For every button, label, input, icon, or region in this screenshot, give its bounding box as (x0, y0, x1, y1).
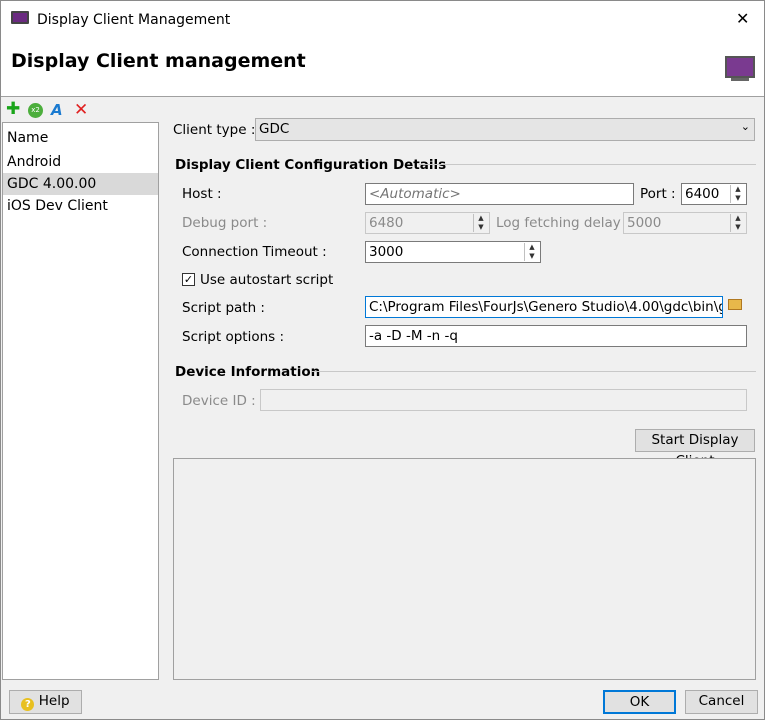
monitor-large-icon (725, 56, 755, 78)
client-list[interactable]: Name Android GDC 4.00.00 iOS Dev Client (2, 122, 159, 680)
window-title: Display Client Management (37, 12, 231, 28)
help-label: Help (38, 693, 70, 709)
script-path-value: C:\Program Files\FourJs\Genero Studio\4.… (369, 299, 722, 315)
help-icon: ? (21, 698, 35, 711)
script-path-input[interactable]: C:\Program Files\FourJs\Genero Studio\4.… (365, 296, 723, 318)
list-item[interactable]: GDC 4.00.00 (3, 173, 158, 195)
script-path-label: Script path : (182, 300, 265, 316)
title-bar: Display Client Management ✕ (1, 1, 764, 39)
rename-icon[interactable]: A (51, 101, 63, 119)
list-header: Name (7, 130, 49, 146)
device-id-label: Device ID : (182, 393, 256, 409)
script-options-label: Script options : (182, 329, 285, 345)
script-options-input[interactable]: -a -D -M -n -q (365, 325, 747, 347)
client-type-label: Client type : (173, 122, 256, 138)
start-display-client-button[interactable]: Start Display Client (635, 429, 755, 469)
log-delay-value: 5000 (627, 215, 662, 231)
spinner-arrows-icon[interactable]: ▲ ▼ (524, 243, 539, 261)
delete-icon[interactable]: ✕ (74, 100, 88, 120)
host-input[interactable] (365, 183, 634, 205)
script-options-value: -a -D -M -n -q (369, 328, 458, 344)
debug-port-label: Debug port : (182, 215, 268, 231)
browse-folder-icon[interactable] (728, 299, 742, 310)
divider (311, 371, 756, 372)
log-output-area[interactable] (173, 458, 756, 680)
timeout-spinner[interactable]: 3000 ▲ ▼ (365, 241, 541, 263)
port-spinner[interactable]: 6400 ▲ ▼ (681, 183, 747, 205)
log-delay-label: Log fetching delay : (496, 215, 630, 231)
chevron-down-icon: ⌄ (740, 120, 750, 133)
close-button[interactable]: ✕ (736, 9, 749, 28)
client-type-value: GDC (259, 121, 290, 137)
header-banner: Display Client management (1, 39, 764, 97)
port-label: Port : (640, 186, 676, 202)
config-section-title: Display Client Configuration Details (175, 157, 447, 173)
autostart-checkbox[interactable]: ✓ (182, 273, 195, 286)
spinner-arrows-icon[interactable]: ▲ ▼ (730, 185, 745, 203)
debug-port-value: 6480 (369, 215, 404, 231)
debug-port-spinner: 6480 ▲ ▼ (365, 212, 490, 234)
timeout-value: 3000 (369, 244, 404, 260)
device-section-title: Device Information (175, 364, 321, 380)
divider (419, 164, 756, 165)
spinner-arrows-icon: ▲ ▼ (730, 214, 745, 232)
autostart-label[interactable]: Use autostart script (200, 272, 333, 288)
dialog-window: Display Client Management ✕ Display Clie… (0, 0, 765, 720)
port-value: 6400 (685, 186, 720, 202)
add-icon[interactable]: ✚ (6, 101, 20, 118)
page-title: Display Client management (11, 50, 306, 72)
list-item[interactable]: iOS Dev Client (3, 195, 158, 217)
help-button[interactable]: ? Help (9, 690, 82, 714)
cancel-button[interactable]: Cancel (685, 690, 758, 714)
spinner-arrows-icon: ▲ ▼ (473, 214, 488, 232)
log-delay-spinner: 5000 ▲ ▼ (623, 212, 747, 234)
timeout-label: Connection Timeout : (182, 244, 327, 260)
duplicate-icon[interactable]: x2 (28, 103, 43, 118)
client-type-select[interactable]: GDC ⌄ (255, 118, 755, 141)
ok-button[interactable]: OK (603, 690, 676, 714)
monitor-stand-icon (731, 78, 749, 81)
list-item[interactable]: Android (3, 151, 158, 173)
monitor-icon (11, 11, 29, 24)
host-label: Host : (182, 186, 222, 202)
device-id-input (260, 389, 747, 411)
